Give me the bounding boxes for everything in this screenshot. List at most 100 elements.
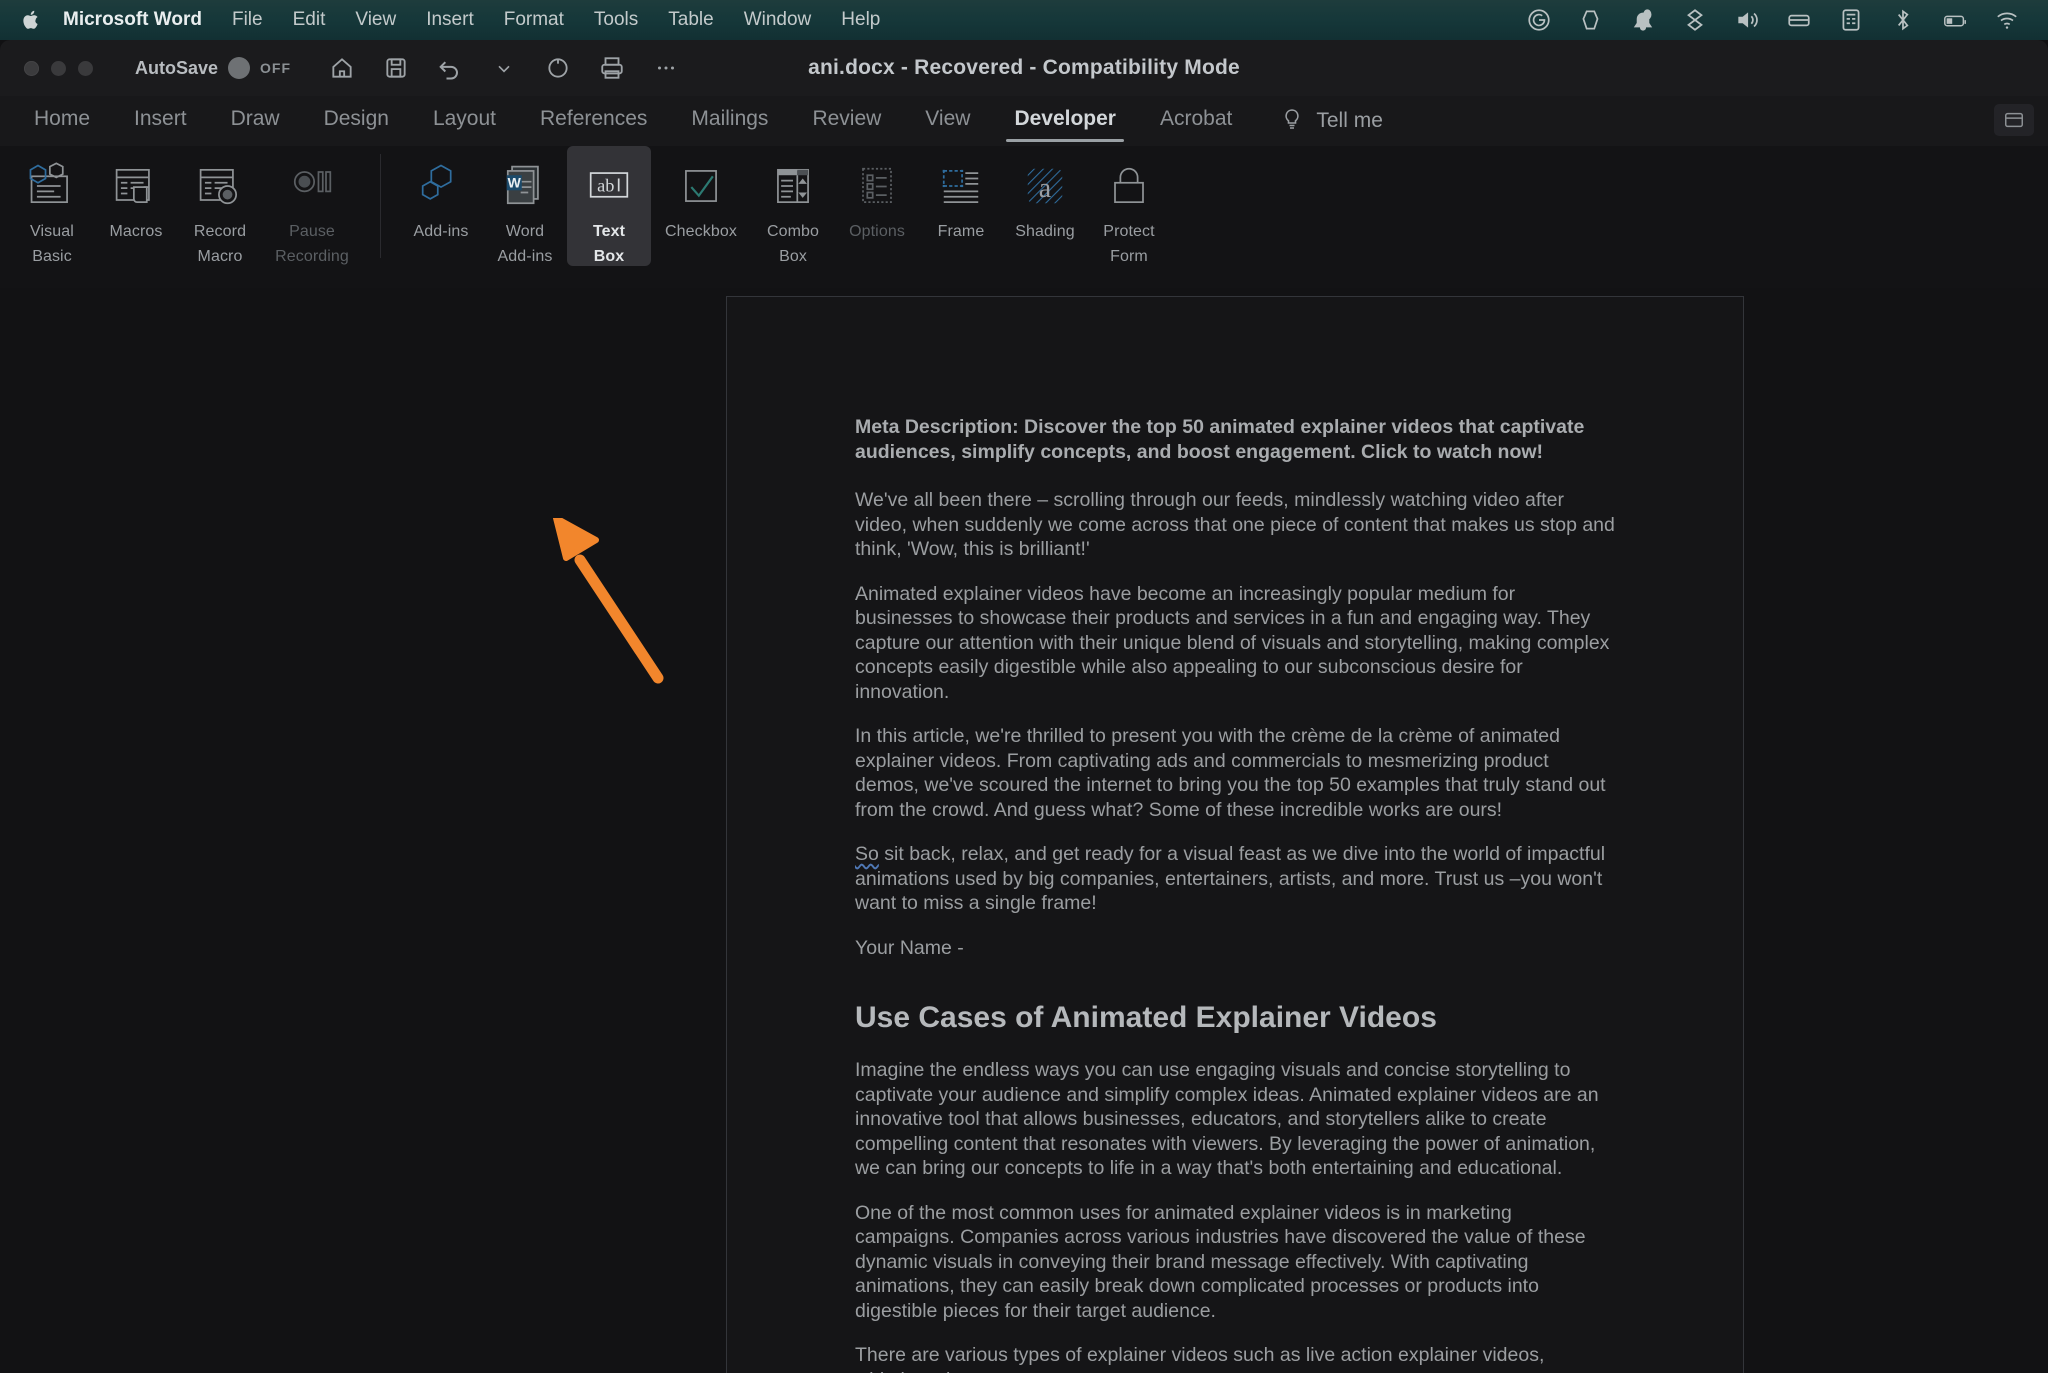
ribbon-label-text-box-line2: Box [593, 248, 625, 265]
document-page-body[interactable]: Meta Description: Discover the top 50 an… [727, 297, 1743, 1373]
ribbon-label-pause-recording-line2: Recording [275, 248, 349, 265]
maximize-window-button[interactable] [78, 60, 93, 76]
menu-item-view[interactable]: View [340, 0, 411, 40]
menu-item-insert[interactable]: Insert [411, 0, 489, 40]
paragraph-6: One of the most common uses for animated… [855, 1201, 1586, 1322]
tab-home[interactable]: Home [12, 96, 112, 146]
tell-me-label: Tell me [1316, 109, 1383, 132]
ribbon-button-protect-form[interactable]: Protect Form [1087, 146, 1171, 266]
undo-icon[interactable] [435, 53, 465, 83]
paragraph-meta-description: Meta Description: Discover the top 50 an… [855, 416, 1585, 463]
ribbon-button-record-macro[interactable]: Record Macro [178, 146, 262, 266]
home-icon[interactable] [327, 53, 357, 83]
print-icon[interactable] [597, 53, 627, 83]
ribbon-button-combo-box[interactable]: Combo Box [751, 146, 835, 266]
window-controls [0, 60, 93, 76]
ribbon-label-checkbox-line1: Checkbox [665, 223, 737, 240]
paragraph-3: In this article, we're thrilled to prese… [855, 725, 1606, 821]
tab-insert[interactable]: Insert [112, 96, 209, 146]
shading-icon: a [1017, 156, 1073, 216]
macros-icon [108, 156, 164, 216]
minimize-window-button[interactable] [51, 60, 66, 76]
ribbon-display-options-icon[interactable] [1994, 104, 2034, 136]
ribbon-button-visual-basic[interactable]: Visual Basic [10, 146, 94, 266]
ribbon-label-word-add-ins-line2: Add-ins [497, 248, 553, 265]
paragraph-7: There are various types of explainer vid… [855, 1344, 1545, 1373]
tab-view[interactable]: View [903, 96, 992, 146]
ribbon-button-shading[interactable]: a Shading [1003, 146, 1087, 264]
notification-bell-icon[interactable] [1630, 7, 1656, 33]
autosave-toggle[interactable]: AutoSave OFF [135, 57, 291, 79]
word-add-ins-icon: W [497, 156, 553, 216]
tell-me-search[interactable]: Tell me [1262, 107, 1401, 136]
ribbon-button-text-box[interactable]: ab Text Box [567, 146, 651, 266]
paragraph-2: Animated explainer videos have become an… [855, 582, 1610, 703]
grammarly-icon[interactable] [1526, 7, 1552, 33]
screen-mirroring-icon[interactable] [1786, 7, 1812, 33]
ribbon-button-add-ins[interactable]: Add-ins [399, 146, 483, 264]
ribbon-button-macros[interactable]: Macros [94, 146, 178, 264]
ribbon-button-frame[interactable]: Frame [919, 146, 1003, 264]
calculator-icon[interactable] [1838, 7, 1864, 33]
ribbon-button-word-add-ins[interactable]: W Word Add-ins [483, 146, 567, 266]
bluetooth-icon[interactable] [1890, 7, 1916, 33]
paragraph-4-rest: sit back, relax, and get ready for a vis… [855, 843, 1606, 914]
combo-box-icon [765, 156, 821, 216]
tab-acrobat[interactable]: Acrobat [1138, 96, 1254, 146]
tab-references[interactable]: References [518, 96, 669, 146]
close-window-button[interactable] [24, 60, 39, 76]
ribbon-button-options: Options [835, 146, 919, 264]
menu-item-file[interactable]: File [217, 0, 278, 40]
ribbon-label-frame-line1: Frame [937, 223, 985, 240]
autosave-state: OFF [260, 60, 292, 76]
document-page[interactable]: Meta Description: Discover the top 50 an… [726, 296, 1744, 1373]
ribbon-label-add-ins-line1: Add-ins [413, 223, 469, 240]
document-canvas[interactable]: Meta Description: Discover the top 50 an… [0, 288, 2048, 1373]
menu-item-window[interactable]: Window [729, 0, 827, 40]
menu-item-table[interactable]: Table [653, 0, 728, 40]
autosave-knob[interactable] [228, 57, 251, 79]
dropbox-icon[interactable] [1682, 7, 1708, 33]
ribbon-button-checkbox[interactable]: Checkbox [651, 146, 751, 264]
redo-icon[interactable] [543, 53, 573, 83]
tab-design[interactable]: Design [302, 96, 411, 146]
paragraph-4: So sit back, relax, and get ready for a … [855, 842, 1615, 916]
ribbon-label-word-add-ins-line1: Word [505, 223, 545, 240]
tab-review[interactable]: Review [790, 96, 903, 146]
misspelled-word[interactable]: So [855, 843, 879, 865]
pointer-arrow-annotation [553, 518, 664, 684]
developer-ribbon: Visual Basic Macros Record Macro Pause R… [0, 146, 2048, 288]
tab-mailings[interactable]: Mailings [669, 96, 790, 146]
frame-icon [933, 156, 989, 216]
one-drive-icon[interactable] [1578, 7, 1604, 33]
apple-logo-icon[interactable] [14, 9, 48, 31]
volume-icon[interactable] [1734, 7, 1760, 33]
svg-text:ab: ab [597, 175, 614, 195]
document-title: ani.docx - Recovered - Compatibility Mod… [0, 40, 2048, 96]
menu-item-help[interactable]: Help [826, 0, 895, 40]
menu-item-tools[interactable]: Tools [579, 0, 653, 40]
wifi-icon[interactable] [1994, 7, 2020, 33]
save-icon[interactable] [381, 53, 411, 83]
tab-draw[interactable]: Draw [209, 96, 302, 146]
paragraph-1: We've all been there – scrolling through… [855, 489, 1615, 560]
tab-layout[interactable]: Layout [411, 96, 518, 146]
ribbon-separator-1 [380, 154, 381, 258]
record-macro-icon [192, 156, 248, 216]
window-title-bar: AutoSave OFF ani.docx - Recovered - Comp… [0, 40, 2048, 96]
more-options-icon[interactable] [651, 53, 681, 83]
ribbon-label-pause-recording-line1: Pause [289, 223, 335, 240]
menu-item-format[interactable]: Format [489, 0, 579, 40]
checkbox-icon [673, 156, 729, 216]
ribbon-label-visual-basic-line1: Visual [30, 223, 74, 240]
ribbon-label-shading-line1: Shading [1015, 223, 1075, 240]
battery-icon[interactable] [1942, 7, 1968, 33]
undo-dropdown-chevron-icon[interactable] [489, 53, 519, 83]
autosave-label: AutoSave [135, 57, 219, 78]
menu-item-microsoft-word[interactable]: Microsoft Word [48, 0, 217, 40]
document-title-text: ani.docx - Recovered - Compatibility Mod… [808, 56, 1240, 79]
svg-text:W: W [508, 175, 522, 191]
lightbulb-icon [1280, 107, 1304, 136]
menu-item-edit[interactable]: Edit [278, 0, 341, 40]
tab-developer[interactable]: Developer [992, 96, 1138, 146]
